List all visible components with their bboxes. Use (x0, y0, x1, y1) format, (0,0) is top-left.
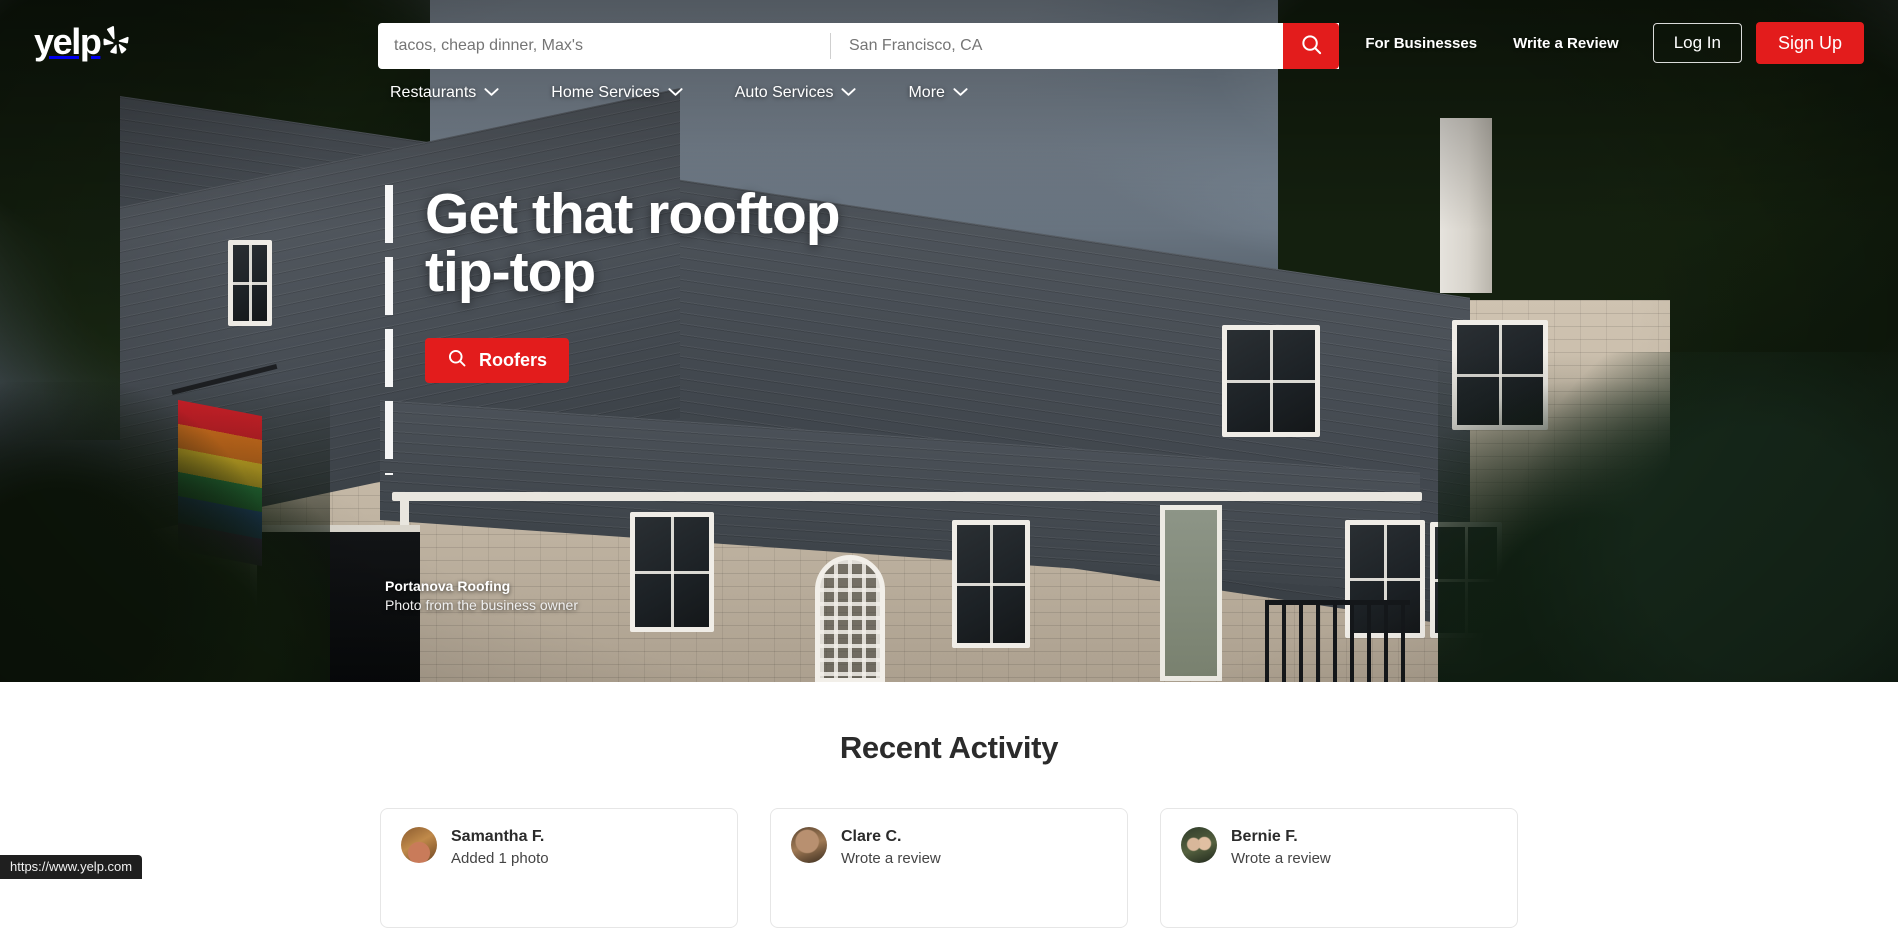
log-in-button[interactable]: Log In (1653, 23, 1742, 63)
user-avatar[interactable] (401, 827, 437, 863)
activity-user-action: Added 1 photo (451, 849, 549, 869)
activity-card[interactable]: Samantha F. Added 1 photo (380, 808, 738, 928)
search-icon (1300, 33, 1323, 59)
roofers-cta-label: Roofers (479, 350, 547, 371)
hero-accent-bar (385, 185, 393, 475)
hero-headline-line2: tip-top (425, 243, 840, 301)
nav-item-restaurants[interactable]: Restaurants (390, 84, 499, 102)
activity-card-list: Samantha F. Added 1 photo Clare C. Wrote… (0, 808, 1898, 928)
write-a-review-link[interactable]: Write a Review (1495, 35, 1637, 52)
activity-user-name[interactable]: Samantha F. (451, 827, 549, 847)
category-nav: Restaurants Home Services Auto Services … (390, 84, 968, 102)
activity-card-text: Clare C. Wrote a review (841, 827, 941, 869)
activity-card-text: Bernie F. Wrote a review (1231, 827, 1331, 869)
sign-up-button[interactable]: Sign Up (1756, 22, 1864, 64)
activity-card-text: Samantha F. Added 1 photo (451, 827, 549, 869)
search-submit-button[interactable] (1283, 23, 1339, 69)
recent-activity-section: Recent Activity Samantha F. Added 1 phot… (0, 682, 1898, 928)
search-bar (378, 23, 1339, 69)
chevron-down-icon (484, 84, 499, 102)
recent-activity-title: Recent Activity (0, 730, 1898, 766)
user-avatar[interactable] (791, 827, 827, 863)
search-location-input[interactable] (831, 23, 1283, 69)
roofers-cta-button[interactable]: Roofers (425, 338, 569, 383)
hero-content: Get that rooftop tip-top Roofers (385, 185, 840, 383)
activity-user-action: Wrote a review (841, 849, 941, 869)
site-header: yelp F (0, 0, 1898, 82)
activity-card[interactable]: Clare C. Wrote a review (770, 808, 1128, 928)
hero-headline: Get that rooftop tip-top (425, 185, 840, 301)
hero-headline-line1: Get that rooftop (425, 185, 840, 243)
activity-user-name[interactable]: Bernie F. (1231, 827, 1331, 847)
nav-label: Auto Services (735, 84, 834, 102)
search-icon (447, 348, 467, 373)
yelp-logo[interactable]: yelp (34, 25, 129, 59)
activity-user-action: Wrote a review (1231, 849, 1331, 869)
chevron-down-icon (953, 84, 968, 102)
search-term-input[interactable] (378, 23, 830, 69)
activity-user-name[interactable]: Clare C. (841, 827, 941, 847)
nav-item-auto-services[interactable]: Auto Services (735, 84, 857, 102)
yelp-burst-icon (103, 26, 129, 56)
browser-status-url: https://www.yelp.com (0, 855, 142, 879)
activity-card[interactable]: Bernie F. Wrote a review (1160, 808, 1518, 928)
hero-overlay (0, 0, 1898, 682)
nav-item-home-services[interactable]: Home Services (551, 84, 682, 102)
attribution-business-name[interactable]: Portanova Roofing (385, 578, 578, 594)
nav-label: Home Services (551, 84, 659, 102)
user-avatar[interactable] (1181, 827, 1217, 863)
photo-attribution: Portanova Roofing Photo from the busines… (385, 578, 578, 613)
nav-item-more[interactable]: More (908, 84, 967, 102)
attribution-source: Photo from the business owner (385, 597, 578, 613)
nav-label: Restaurants (390, 84, 476, 102)
nav-label: More (908, 84, 944, 102)
for-businesses-link[interactable]: For Businesses (1347, 35, 1495, 52)
header-nav-right: For Businesses Write a Review Log In Sig… (1347, 22, 1864, 64)
yelp-logo-text: yelp (34, 25, 100, 59)
chevron-down-icon (841, 84, 856, 102)
chevron-down-icon (668, 84, 683, 102)
hero-banner (0, 0, 1898, 682)
